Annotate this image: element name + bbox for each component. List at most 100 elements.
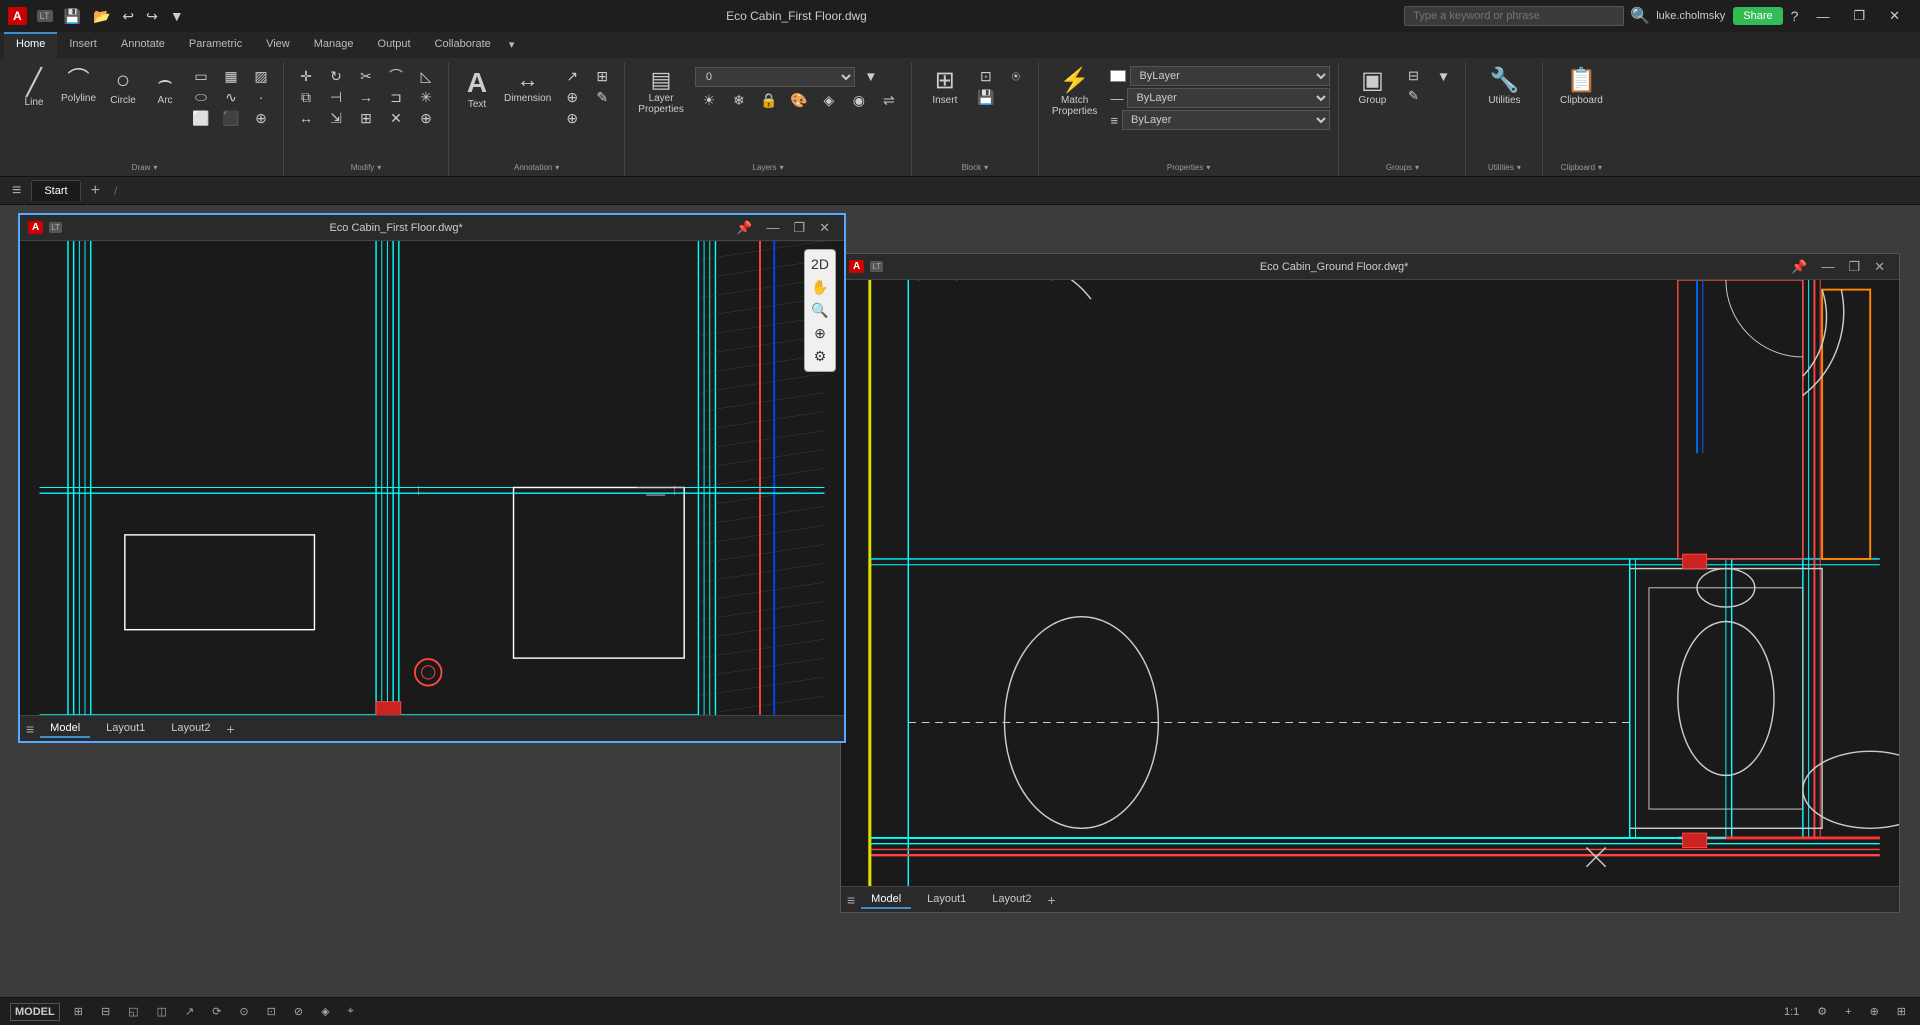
scale-button[interactable]: ⇲ — [322, 108, 350, 128]
layout-add-2[interactable]: + — [1047, 892, 1055, 908]
text-button[interactable]: A Text — [457, 66, 497, 113]
layout-model-1[interactable]: Model — [40, 720, 90, 738]
layers-group-label[interactable]: Layers ▾ — [753, 160, 784, 176]
offset-button[interactable]: ⊐ — [382, 87, 410, 107]
layer-match-button[interactable]: ⇌ — [875, 90, 903, 110]
rotate-button[interactable]: ↻ — [322, 66, 350, 86]
status-lineweight[interactable]: ⊙ — [235, 1003, 252, 1020]
create-block-button[interactable]: ⊡ — [972, 66, 1000, 86]
tab-annotate[interactable]: Annotate — [109, 32, 177, 58]
status-polar[interactable]: ◫ — [153, 1003, 171, 1020]
write-block-button[interactable]: 💾 — [972, 87, 1000, 107]
undo-button[interactable]: ↩ — [117, 6, 139, 27]
status-plus[interactable]: + — [1841, 1004, 1855, 1020]
stretch-button[interactable]: ↔ — [292, 108, 320, 128]
modify-group-label[interactable]: Modify ▾ — [351, 160, 382, 176]
dwg-canvas-1[interactable]: × 2D ✋ 🔍 ⊕ ⚙ — [20, 241, 844, 715]
fillet-button[interactable]: ⌒ — [382, 66, 410, 86]
chamfer-button[interactable]: ◺ — [412, 66, 440, 86]
redo-button[interactable]: ↪ — [141, 6, 163, 27]
tab-manage[interactable]: Manage — [302, 32, 366, 58]
tab-insert[interactable]: Insert — [57, 32, 109, 58]
layer-selector[interactable]: 0 — [695, 67, 855, 87]
search-button[interactable]: 🔍 — [1630, 6, 1650, 26]
annot-more-button[interactable]: ⊕ — [558, 108, 586, 128]
layer-lock-button[interactable]: 🔒 — [755, 90, 783, 110]
gradient-button[interactable]: ▨ — [247, 66, 275, 86]
status-model[interactable]: MODEL — [10, 1003, 60, 1021]
layer-iso-button[interactable]: ◈ — [815, 90, 843, 110]
dwg-minimize-2[interactable]: — — [1815, 257, 1840, 277]
markup-button[interactable]: ✎ — [588, 87, 616, 107]
draw-more-button[interactable]: ⊕ — [247, 108, 275, 128]
tab-view[interactable]: View — [254, 32, 302, 58]
groups-dropdown-button[interactable]: ▼ — [1429, 66, 1457, 87]
layout-layout1-1[interactable]: Layout1 — [96, 720, 155, 738]
dwg-canvas-2[interactable] — [841, 280, 1899, 886]
nav-2d-btn[interactable]: 2D — [811, 254, 829, 275]
status-otrack[interactable]: ⟳ — [208, 1003, 225, 1020]
nav-zoom-btn[interactable]: 🔍 — [811, 300, 828, 321]
clipboard-group-label[interactable]: Clipboard ▾ — [1561, 160, 1602, 176]
properties-group-label[interactable]: Properties ▾ — [1167, 160, 1210, 176]
maximize-button[interactable]: ❐ — [1841, 4, 1877, 28]
dimension-button[interactable]: ↔ Dimension — [499, 66, 556, 107]
layout-add-1[interactable]: + — [226, 721, 234, 737]
nav-extent-btn[interactable]: ⊕ — [814, 323, 826, 344]
rectangle-button[interactable]: ▭ — [187, 66, 215, 86]
circle-button[interactable]: ○ Circle — [103, 66, 143, 109]
draw-group-label[interactable]: Draw ▾ — [132, 160, 158, 176]
share-button[interactable]: Share — [1733, 7, 1782, 25]
layer-unisolate-button[interactable]: ◉ — [845, 90, 873, 110]
groups-group-label[interactable]: Groups ▾ — [1386, 160, 1419, 176]
insert-button[interactable]: ⊞ Insert — [920, 66, 970, 109]
linetype-dropdown[interactable]: ByLayer — [1127, 88, 1330, 108]
group-edit-button[interactable]: ✎ — [1399, 86, 1427, 105]
minimize-button[interactable]: — — [1804, 4, 1841, 28]
tab-more[interactable]: ▾ — [503, 32, 521, 58]
tab-collaborate[interactable]: Collaborate — [423, 32, 503, 58]
block-group-label[interactable]: Block ▾ — [962, 160, 989, 176]
copy-button[interactable]: ⧉ — [292, 87, 320, 107]
clipboard-button[interactable]: 📋 Clipboard — [1551, 66, 1611, 109]
save-button[interactable]: 💾 — [59, 6, 86, 27]
table-button[interactable]: ⊞ — [588, 66, 616, 86]
modify-more-button[interactable]: ⊕ — [412, 108, 440, 128]
explode-button[interactable]: ✳ — [412, 87, 440, 107]
status-grid[interactable]: ⊞ — [70, 1003, 87, 1020]
layout-layout2-2[interactable]: Layout2 — [982, 891, 1041, 909]
help-button[interactable]: ? — [1791, 8, 1799, 24]
leader-button[interactable]: ↗ — [558, 66, 586, 86]
tab-parametric[interactable]: Parametric — [177, 32, 254, 58]
lineweight-dropdown[interactable]: ByLayer — [1122, 110, 1330, 130]
trim-button[interactable]: ✂ — [352, 66, 380, 86]
polyline-button[interactable]: ⌒ Polyline — [56, 66, 101, 107]
search-input[interactable] — [1404, 6, 1624, 26]
region-button[interactable]: ⬜ — [187, 108, 215, 128]
status-workspace[interactable]: ⊞ — [1893, 1003, 1910, 1020]
array-button[interactable]: ⊞ — [352, 108, 380, 128]
qat-dropdown[interactable]: ▼ — [165, 6, 189, 26]
tab-output[interactable]: Output — [366, 32, 423, 58]
nav-settings-btn[interactable]: ⚙ — [814, 346, 827, 367]
nav-hand-btn[interactable]: ✋ — [811, 277, 828, 298]
open-button[interactable]: 📂 — [88, 6, 115, 27]
layout-model-2[interactable]: Model — [861, 891, 911, 909]
status-selection[interactable]: ⊘ — [290, 1003, 307, 1020]
point-button[interactable]: · — [247, 87, 275, 107]
dwg-close-1[interactable]: ✕ — [813, 218, 836, 238]
layout-layout1-2[interactable]: Layout1 — [917, 891, 976, 909]
annotation-group-label[interactable]: Annotation ▾ — [514, 160, 559, 176]
dwg-pin-2[interactable]: 📌 — [1785, 257, 1813, 277]
define-attr-button[interactable]: ⍟ — [1002, 66, 1030, 86]
tab-hamburger[interactable]: ≡ — [6, 180, 27, 202]
close-button[interactable]: ✕ — [1877, 4, 1912, 28]
utilities-button[interactable]: 🔧 Utilities — [1474, 66, 1534, 109]
layer-color-button[interactable]: 🎨 — [785, 90, 813, 110]
dwg-close-2[interactable]: ✕ — [1868, 257, 1891, 277]
status-settings[interactable]: ⚙ — [1813, 1003, 1831, 1020]
centerline-button[interactable]: ⊕ — [558, 87, 586, 107]
arc-button[interactable]: ⌢ Arc — [145, 66, 185, 109]
status-scale[interactable]: 1:1 — [1780, 1004, 1803, 1020]
dwg-restore-1[interactable]: ❐ — [787, 218, 811, 238]
